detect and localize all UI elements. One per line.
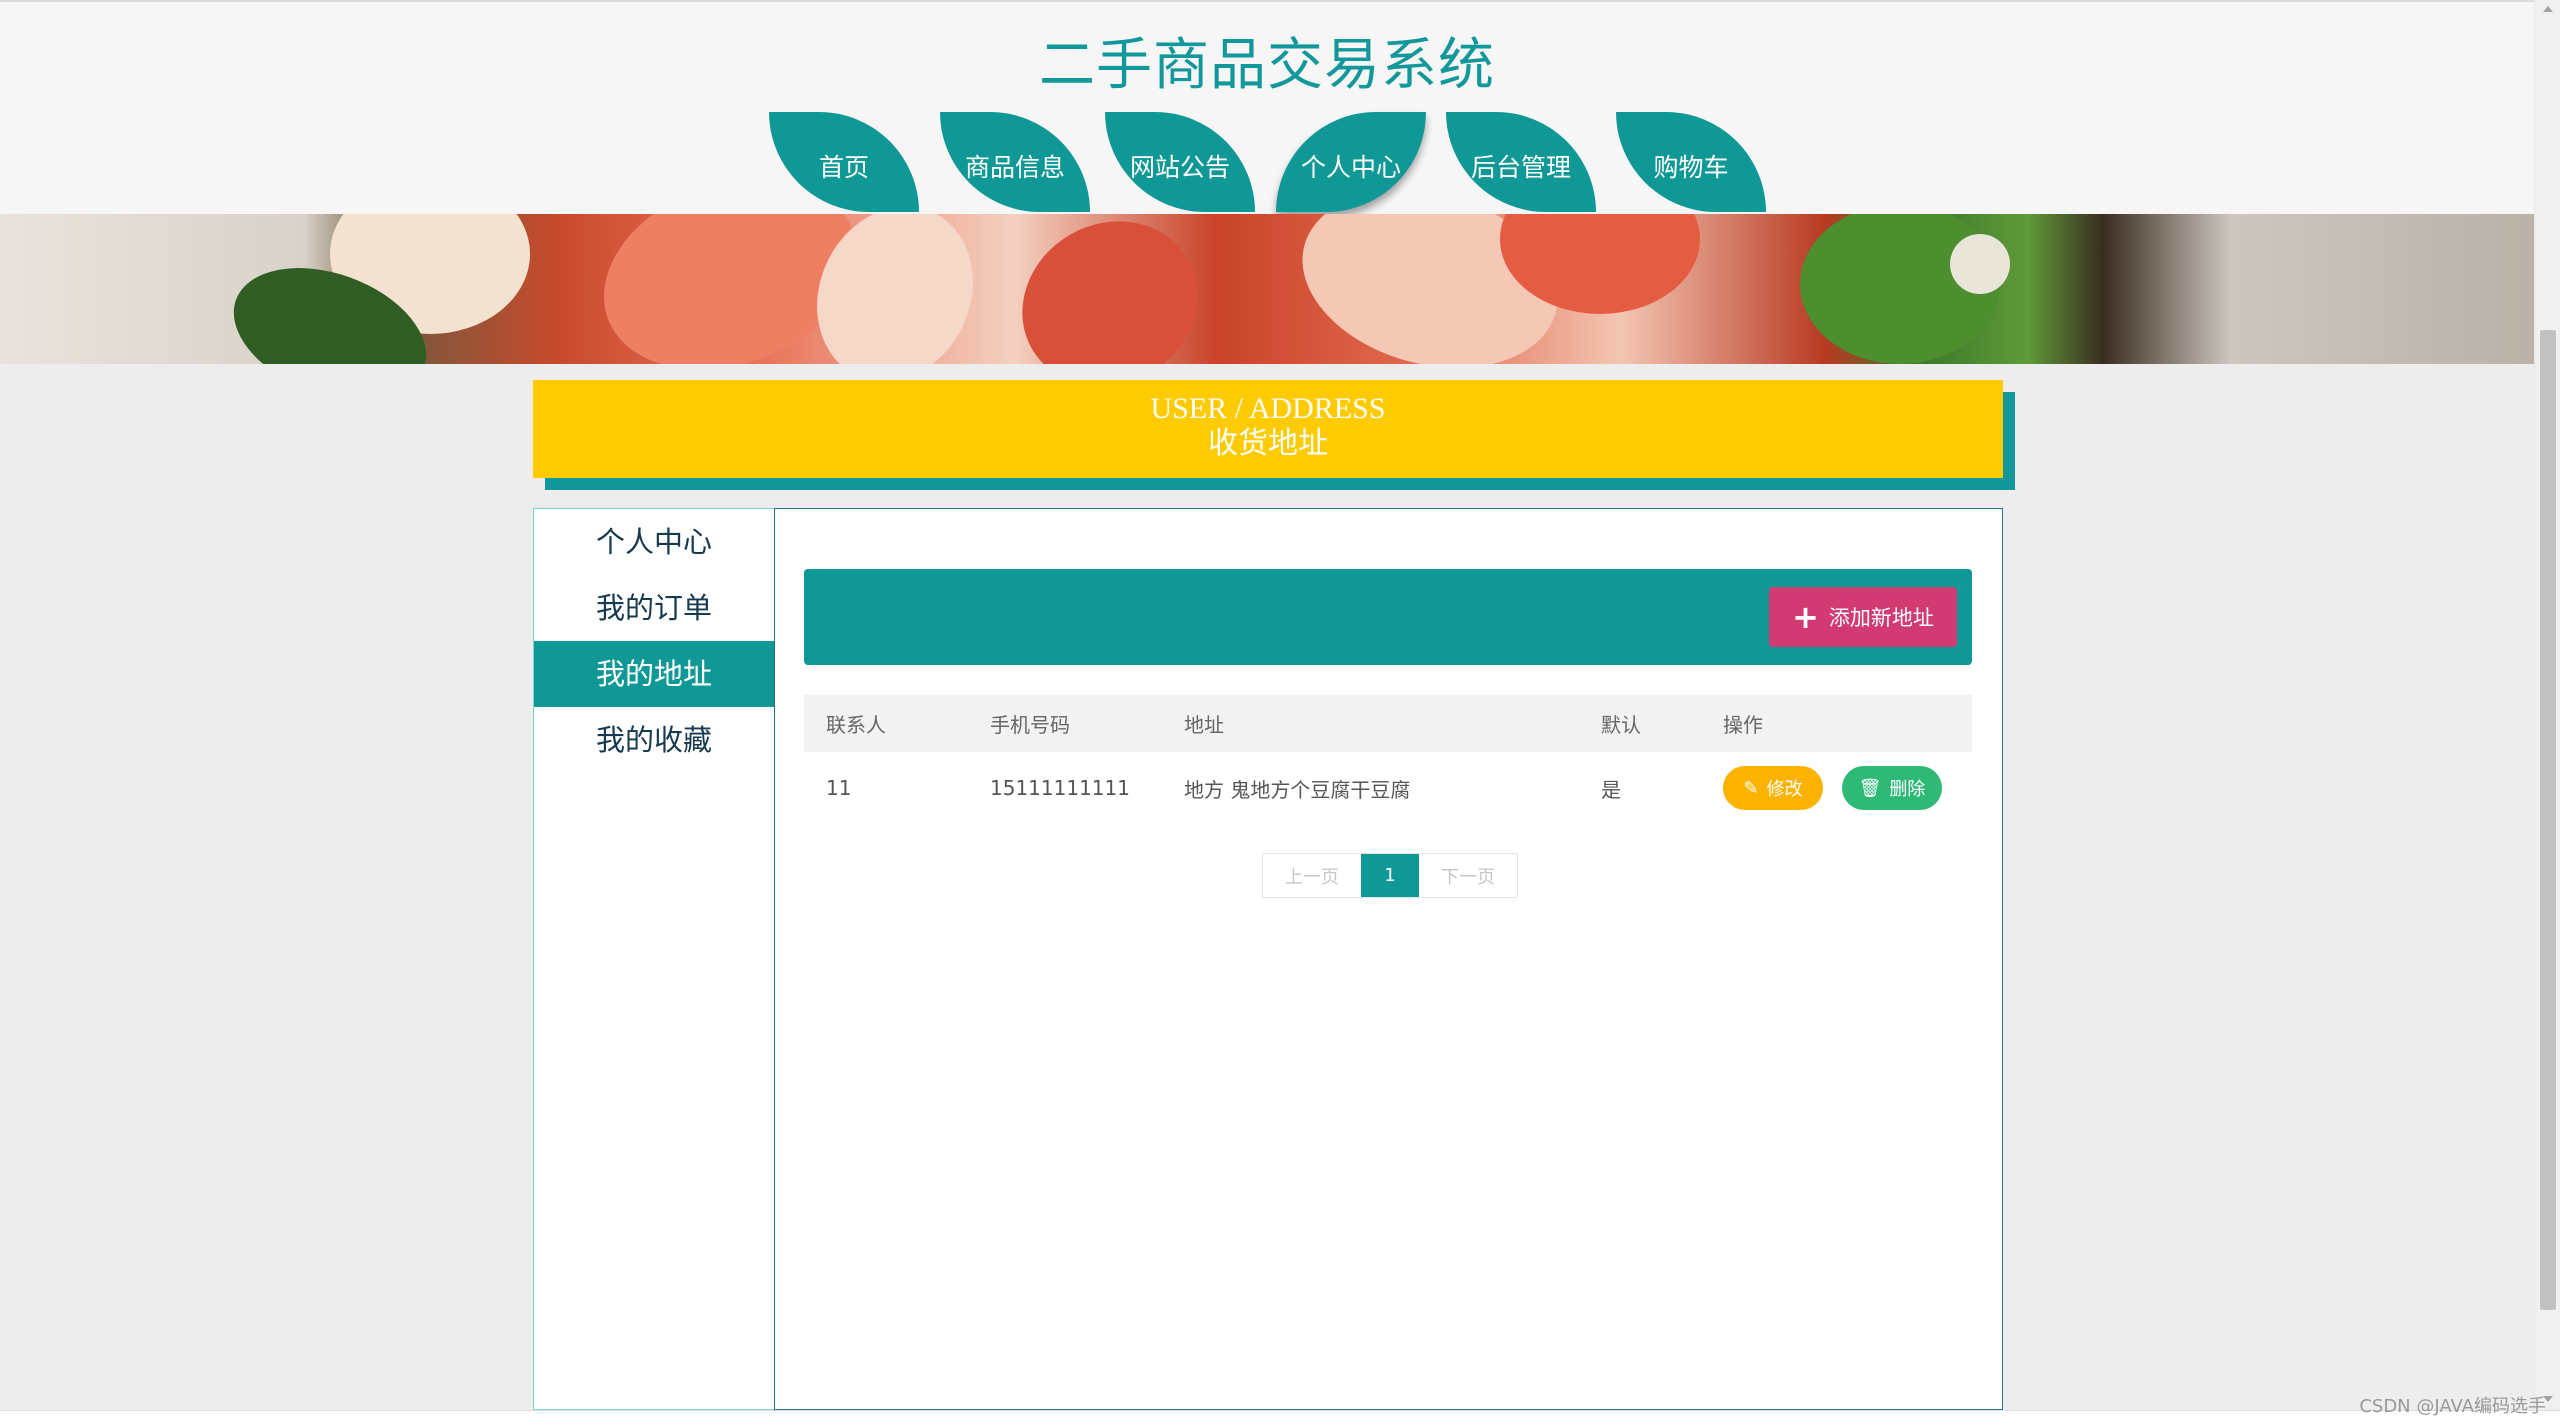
section-heading: USER / ADDRESS 收货地址 — [533, 380, 2003, 478]
pagination-next[interactable]: 下一页 — [1419, 854, 1517, 897]
address-table: 联系人 手机号码 地址 默认 操作 11 15111111111 地方 鬼地方个… — [804, 695, 1972, 824]
nav-item-products[interactable]: 商品信息 — [940, 112, 1090, 212]
site-title: 二手商品交易系统 — [1039, 33, 1495, 98]
pagination-page-current[interactable]: 1 — [1361, 854, 1419, 897]
sidebar-item-address[interactable]: 我的地址 — [534, 641, 774, 707]
watermark: CSDN @JAVA编码选手 — [2359, 1396, 2546, 1417]
pagination-prev[interactable]: 上一页 — [1263, 854, 1361, 897]
cell-default: 是 — [1601, 777, 1621, 802]
edit-address-button[interactable]: ✎ 修改 — [1723, 766, 1823, 810]
nav-item-announcements[interactable]: 网站公告 — [1105, 112, 1255, 212]
page: 二手商品交易系统 首页 商品信息 网站公告 个人中心 后台管理 购物车 USER… — [0, 0, 2534, 1410]
cell-phone: 15111111111 — [990, 776, 1130, 800]
banner-image — [0, 214, 2534, 364]
delete-label: 删除 — [1889, 779, 1926, 800]
column-header-address: 地址 — [1184, 713, 1224, 737]
site-header: 二手商品交易系统 首页 商品信息 网站公告 个人中心 后台管理 购物车 — [0, 0, 2534, 214]
nav-item-admin[interactable]: 后台管理 — [1446, 112, 1596, 212]
bottom-strip — [0, 1410, 2560, 1423]
scrollbar-thumb[interactable] — [2540, 330, 2556, 1310]
cell-address: 地方 鬼地方个豆腐干豆腐 — [1184, 777, 1411, 802]
edit-label: 修改 — [1766, 779, 1803, 800]
delete-address-button[interactable]: 🗑 删除 — [1842, 766, 1942, 810]
pencil-icon: ✎ — [1743, 777, 1759, 799]
add-address-label: 添加新地址 — [1828, 606, 1934, 630]
nav-item-home[interactable]: 首页 — [769, 112, 919, 212]
sidebar-item-user-center[interactable]: 个人中心 — [534, 509, 774, 575]
nav-item-cart[interactable]: 购物车 — [1616, 112, 1766, 212]
sidebar-item-orders[interactable]: 我的订单 — [534, 575, 774, 641]
plus-icon: + — [1792, 598, 1819, 636]
column-header-actions: 操作 — [1723, 713, 1763, 737]
vertical-scrollbar[interactable] — [2534, 0, 2560, 1410]
table-header: 联系人 手机号码 地址 默认 操作 — [804, 695, 1972, 752]
user-sidebar: 个人中心 我的订单 我的地址 我的收藏 — [533, 508, 775, 1410]
main-panel: + 添加新地址 联系人 手机号码 地址 默认 操作 11 15111111111… — [774, 508, 2003, 1410]
trash-icon: 🗑 — [1858, 777, 1882, 799]
column-header-default: 默认 — [1601, 713, 1641, 737]
column-header-contact: 联系人 — [826, 713, 886, 737]
pagination: 上一页 1 下一页 — [1262, 853, 1518, 898]
section-title-en: USER / ADDRESS — [1150, 392, 1386, 425]
nav-item-user-center[interactable]: 个人中心 — [1276, 112, 1426, 212]
main-nav: 首页 商品信息 网站公告 个人中心 后台管理 购物车 — [0, 112, 2534, 212]
table-row: 11 15111111111 地方 鬼地方个豆腐干豆腐 是 ✎ 修改 🗑 删除 — [804, 752, 1972, 824]
cell-contact: 11 — [826, 776, 852, 800]
add-address-button[interactable]: + 添加新地址 — [1769, 587, 1957, 647]
sidebar-item-favorites[interactable]: 我的收藏 — [534, 707, 774, 773]
section-title-zh: 收货地址 — [1208, 427, 1328, 460]
address-toolbar: + 添加新地址 — [804, 569, 1972, 665]
scroll-up-arrow-icon[interactable] — [2543, 6, 2553, 12]
column-header-phone: 手机号码 — [990, 713, 1070, 737]
